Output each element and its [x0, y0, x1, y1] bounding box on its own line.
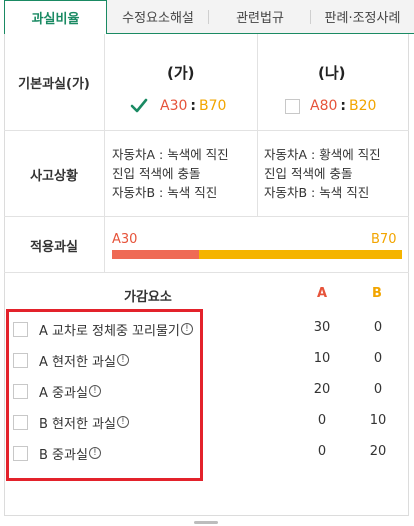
situation-line: 자동차A : 황색에 직진	[264, 147, 381, 162]
tab-label: 관련법규	[236, 11, 284, 26]
situation-label: 사고상황	[4, 131, 105, 217]
applied-b-label: B70	[371, 232, 397, 247]
situation-b-text: 자동차A : 황색에 직진 진입 적색에 충돌 자동차B : 녹색 직진	[264, 145, 381, 202]
factor-b-value: 10	[369, 413, 387, 428]
ratio-b: B20	[349, 98, 377, 114]
applied-fault-label: 적용과실	[4, 217, 105, 273]
ratio-separator: :	[340, 98, 347, 114]
factor-b-value: 20	[369, 444, 387, 459]
option-b-checkbox[interactable]	[285, 99, 300, 114]
option-b-ratio: A80: B20	[310, 98, 376, 114]
ratio-separator: :	[190, 98, 197, 114]
tab-fault-ratio[interactable]: 과실비율	[4, 0, 107, 34]
factor-a-value: 0	[317, 444, 327, 459]
tab-related-laws[interactable]: 관련법규	[209, 0, 311, 34]
factors-header: 가감요소	[124, 290, 172, 305]
ratio-b: B70	[199, 98, 227, 114]
tab-precedents[interactable]: 판례·조정사례	[311, 0, 414, 34]
factor-b-value: 0	[373, 382, 383, 397]
factors-col-a-header: A	[317, 286, 328, 301]
basic-fault-label: 기본과실(가)	[4, 34, 105, 131]
tab-label: 과실비율	[31, 12, 80, 27]
applied-b-bar	[199, 250, 402, 259]
option-a-heading: (가)	[167, 64, 195, 82]
highlight-box	[6, 309, 203, 481]
situation-line: 자동차A : 녹색에 직진	[112, 147, 229, 162]
option-a-checkbox[interactable]	[130, 98, 148, 113]
tab-bar: 과실비율 수정요소해설 관련법규 판례·조정사례	[0, 0, 414, 34]
factors-col-b-header: B	[372, 286, 382, 301]
situation-line: 진입 적색에 충돌	[112, 166, 201, 181]
ratio-a: A30	[160, 98, 188, 114]
tab-label: 판례·조정사례	[324, 11, 401, 26]
factor-a-value: 10	[313, 351, 331, 366]
situation-line: 자동차B : 녹색 직진	[264, 185, 370, 200]
scroll-grip[interactable]	[194, 521, 218, 524]
applied-a-bar	[112, 250, 199, 259]
option-a-ratio: A30: B70	[160, 98, 226, 114]
column-divider	[257, 34, 258, 131]
situation-line: 진입 적색에 충돌	[264, 166, 353, 181]
factor-a-value: 30	[313, 320, 331, 335]
applied-a-label: A30	[112, 232, 138, 247]
column-divider	[257, 131, 258, 217]
situation-a-text: 자동차A : 녹색에 직진 진입 적색에 충돌 자동차B : 녹색 직진	[112, 145, 229, 202]
tab-label: 수정요소해설	[122, 11, 194, 26]
ratio-a: A80	[310, 98, 338, 114]
factor-a-value: 20	[313, 382, 331, 397]
factor-b-value: 0	[373, 351, 383, 366]
checkmark-icon	[130, 98, 148, 113]
situation-line: 자동차B : 녹색 직진	[112, 185, 218, 200]
factor-b-value: 0	[373, 320, 383, 335]
tab-correction-factors[interactable]: 수정요소해설	[107, 0, 209, 34]
factor-a-value: 0	[317, 413, 327, 428]
option-b-heading: (나)	[318, 64, 346, 82]
